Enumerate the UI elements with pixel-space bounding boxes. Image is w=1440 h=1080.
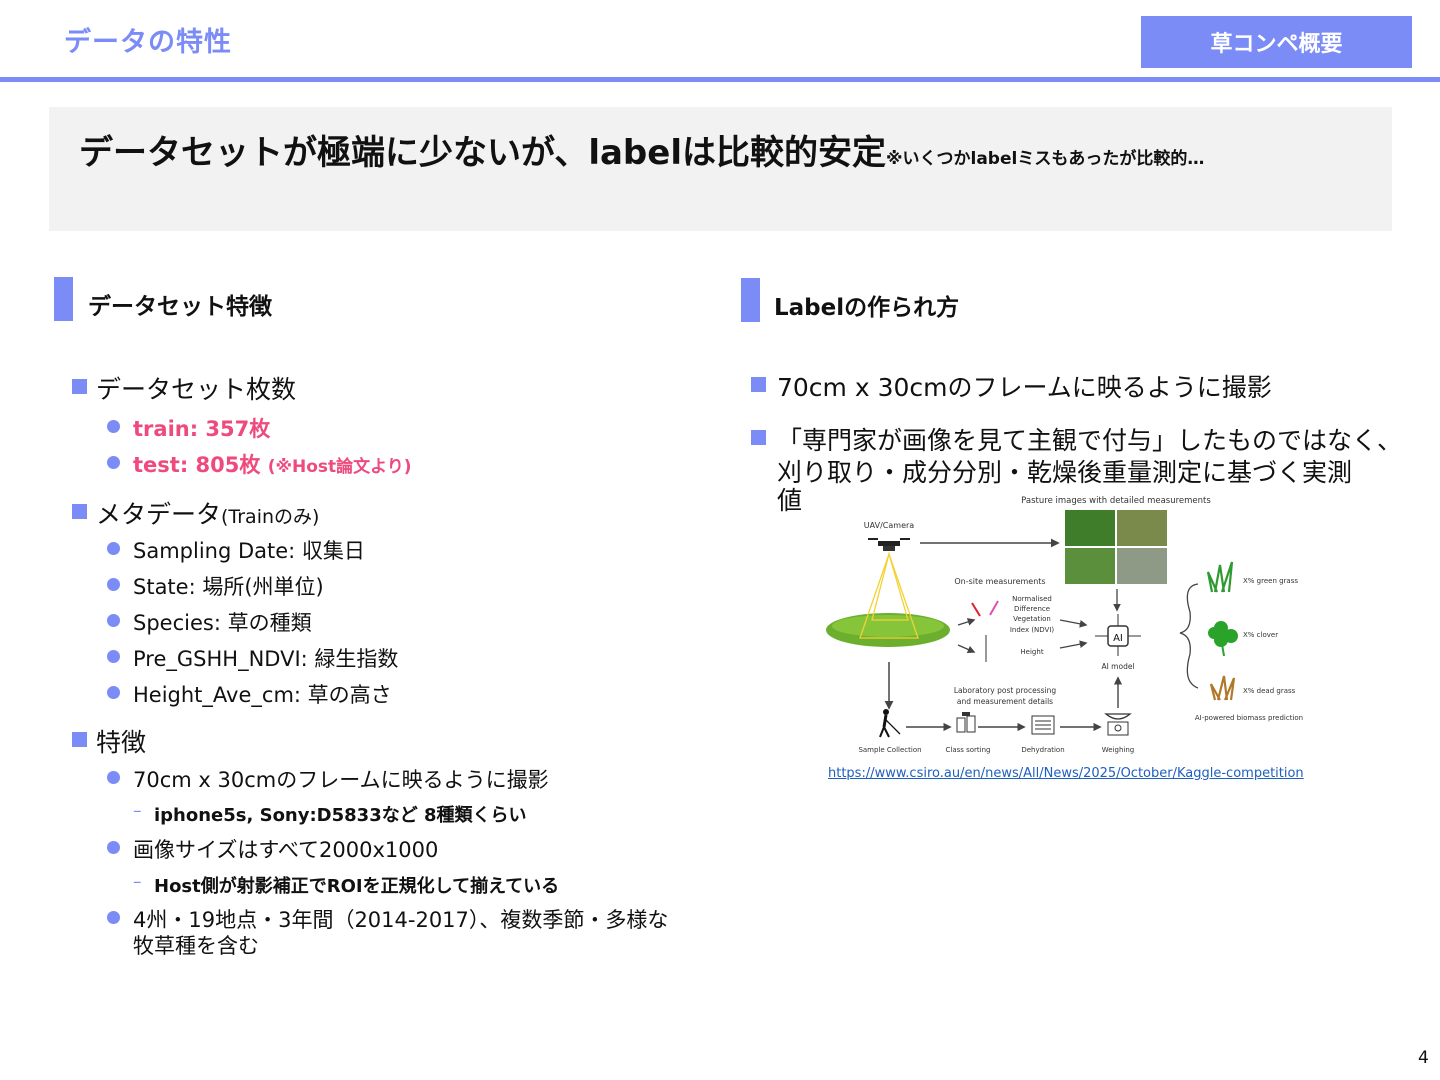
fig-pred-label: AI-powered biomass prediction — [1195, 714, 1303, 722]
test-count-main: test: 805枚 — [133, 453, 268, 477]
count-heading: データセット枚数 — [96, 375, 297, 404]
label-point: 70cm x 30cmのフレームに映るように撮影 — [777, 373, 1272, 402]
label-point: 「専門家が画像を見て主観で付与」したものではなく、 — [777, 426, 1403, 455]
fig-step-label: Sample Collection — [858, 746, 921, 754]
grass-photo-grid — [1065, 510, 1167, 584]
bullet-square — [72, 504, 87, 519]
section-tag: 草コンペ概要 — [1141, 16, 1412, 68]
bullet-square — [751, 377, 766, 392]
left-section-marker — [54, 277, 73, 321]
bullet-dot — [107, 771, 120, 784]
feature-item: 70cm x 30cmのフレームに映るように撮影 — [133, 768, 549, 792]
page-number: 4 — [1418, 1048, 1429, 1068]
bullet-dot — [107, 420, 120, 433]
fig-ndvi-line: Index (NDVI) — [1010, 626, 1055, 634]
header-divider — [0, 77, 1440, 82]
left-section-title: データセット特徴 — [88, 294, 272, 320]
feature-subitem: Host側が射影補正でROIを正規化して揃えている — [154, 876, 560, 897]
measurement-pipeline-figure: Pasture images with detailed measurement… — [826, 496, 1303, 754]
fig-green-label: X% green grass — [1243, 577, 1298, 585]
dehydration-oven-icon — [1031, 715, 1055, 735]
right-section-marker — [741, 278, 760, 322]
fig-lab-line: and measurement details — [957, 697, 1053, 706]
bullet-dot — [107, 578, 120, 591]
drone-icon — [868, 538, 910, 551]
lead-main-text: データセットが極端に少ないが、labelは比較的安定 — [79, 133, 886, 173]
fig-lab-line: Laboratory post processing — [954, 686, 1056, 695]
label-point-cont: 値 — [777, 486, 803, 515]
meta-heading-main: メタデータ — [96, 500, 222, 529]
lead-note: ※いくつかlabelミスもあったが比較的… — [885, 149, 1205, 169]
train-count: train: 357枚 — [133, 417, 271, 441]
green-grass-icon — [1206, 561, 1234, 593]
bullet-dot — [107, 456, 120, 469]
bullet-square — [751, 430, 766, 445]
feature-item-cont: 牧草種を含む — [133, 934, 259, 958]
fig-height-label: Height — [1020, 648, 1043, 656]
test-count-note: (※Host論文より) — [267, 457, 412, 477]
page-title: データの特性 — [64, 27, 232, 58]
meta-item: State: 場所(州単位) — [133, 575, 324, 599]
bullet-dot — [107, 686, 120, 699]
fig-ai-model-label: AI model — [1101, 662, 1134, 671]
fig-clover-label: X% clover — [1243, 631, 1278, 639]
fig-top-label: Pasture images with detailed measurement… — [1021, 496, 1211, 506]
sub-bullet-dash: – — [133, 872, 142, 892]
ai-chip-icon: AI — [1095, 614, 1141, 656]
meta-heading-note: (Trainのみ) — [221, 506, 320, 528]
ndvi-sensor-icon — [971, 600, 999, 617]
test-count: test: 805枚 (※Host論文より) — [133, 449, 412, 479]
meta-item: Height_Ave_cm: 草の高さ — [133, 683, 392, 707]
meta-heading: メタデータ(Trainのみ) — [96, 495, 319, 531]
feature-item: 画像サイズはすべて2000x1000 — [133, 838, 439, 862]
fig-ndvi-line: Normalised — [1012, 595, 1052, 603]
label-point-cont: 刈り取り・成分分別・乾燥後重量測定に基づく実測 — [777, 458, 1353, 487]
bullet-square — [72, 732, 87, 747]
source-link[interactable]: https://www.csiro.au/en/news/All/News/20… — [828, 766, 1304, 781]
section-tag-label: 草コンペ概要 — [1210, 32, 1343, 57]
fig-uav-label: UAV/Camera — [864, 521, 914, 530]
meta-item: Species: 草の種類 — [133, 611, 312, 635]
bullet-dot — [107, 614, 120, 627]
feature-subitem: iphone5s, Sony:D5833など 8種類くらい — [154, 805, 527, 826]
lead-box: データセットが極端に少ないが、labelは比較的安定※いくつかlabelミスもあ… — [49, 107, 1392, 231]
fig-ndvi-line: Difference — [1014, 605, 1050, 613]
fig-onsite-label: On-site measurements — [954, 577, 1045, 586]
person-collecting-icon — [879, 709, 901, 738]
fig-step-label: Dehydration — [1021, 746, 1064, 754]
meta-item: Pre_GSHH_NDVI: 緑生指数 — [133, 647, 399, 671]
feature-heading: 特徴 — [96, 728, 147, 757]
lead-statement: データセットが極端に少ないが、labelは比較的安定※いくつかlabelミスもあ… — [79, 125, 1204, 174]
bullet-dot — [107, 542, 120, 555]
fig-brace — [1179, 583, 1199, 689]
fig-ndvi-line: Vegetation — [1013, 615, 1051, 623]
fig-dead-label: X% dead grass — [1243, 687, 1296, 695]
right-section-title: Labelの作られ方 — [774, 295, 960, 321]
field-frame-illustration — [826, 551, 950, 647]
sub-bullet-dash: – — [133, 801, 142, 821]
clover-icon — [1208, 621, 1238, 657]
bullet-dot — [107, 911, 120, 924]
ai-chip-text: AI — [1113, 633, 1123, 644]
bullet-dot — [107, 650, 120, 663]
fig-step-label: Class sorting — [945, 746, 990, 754]
fig-step-label: Weighing — [1102, 746, 1134, 754]
meta-item: Sampling Date: 収集日 — [133, 539, 365, 563]
bullet-square — [72, 379, 87, 394]
sorting-bottles-icon — [956, 712, 976, 733]
dead-grass-icon — [1209, 675, 1236, 701]
weighing-scale-icon — [1104, 713, 1132, 736]
bullet-dot — [107, 841, 120, 854]
